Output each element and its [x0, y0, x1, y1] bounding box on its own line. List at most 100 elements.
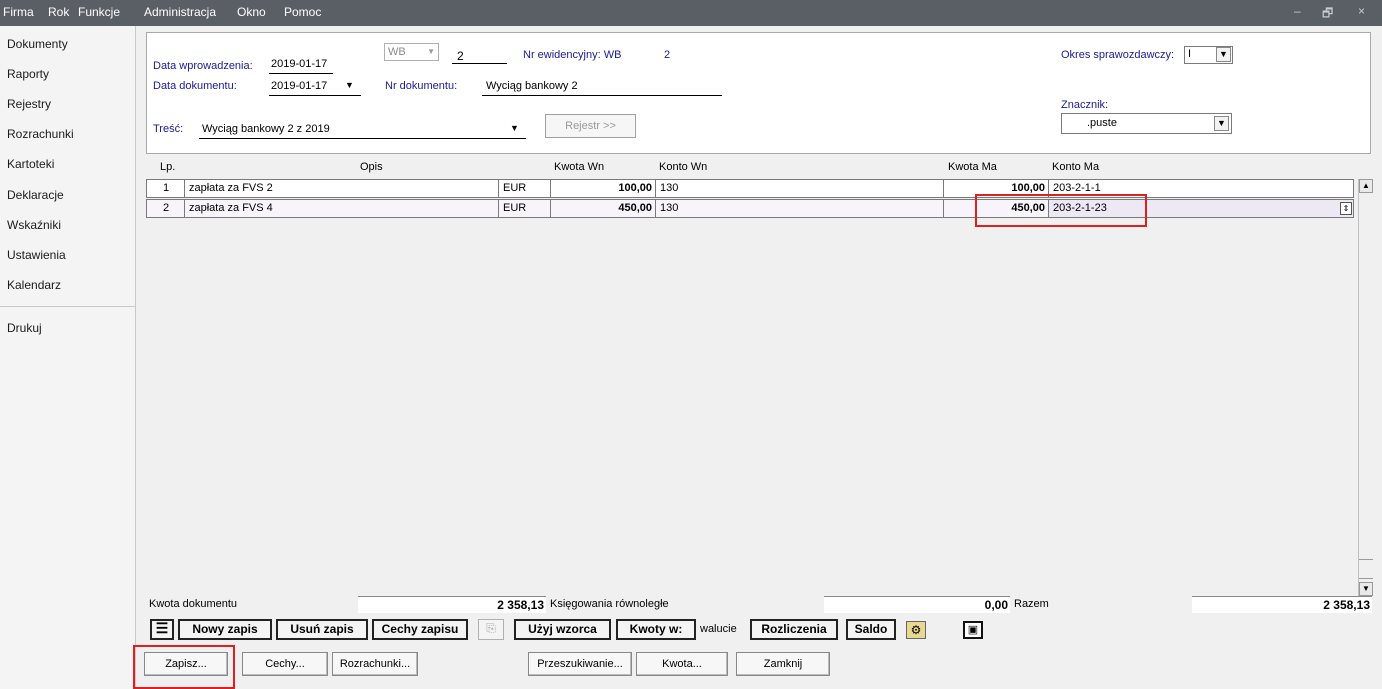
sidebar-item-rejestry[interactable]: Rejestry [7, 97, 51, 111]
menu-pomoc[interactable]: Pomoc [284, 5, 321, 19]
tresc-label: Treść: [153, 123, 184, 135]
bottom-button-bar: Zapisz... Cechy... Rozrachunki... Przesz… [136, 652, 1382, 678]
lp-cell: 1 [147, 180, 185, 197]
ksiegowania-value: 0,00 [824, 596, 1010, 613]
rozliczenia-button[interactable]: Rozliczenia [750, 619, 838, 640]
menu-administracja[interactable]: Administracja [144, 5, 216, 19]
menu-okno[interactable]: Okno [237, 5, 266, 19]
konto-wn-cell[interactable]: 130 [656, 180, 944, 197]
document-editor: Data wprowadzenia: 2019-01-17 WB ▼ 2 Nr … [136, 26, 1382, 689]
waluta-cell[interactable]: EUR [499, 180, 551, 197]
cechy-button[interactable]: Cechy... [242, 652, 328, 676]
sidebar-divider [0, 306, 136, 307]
table-row[interactable]: 1 zapłata za FVS 2 EUR 100,00 130 100,00… [146, 179, 1354, 198]
grid-scrollbar[interactable]: ▲ ▼ [1358, 179, 1373, 599]
table-row[interactable]: 2 zapłata za FVS 4 EUR 450,00 130 450,00… [146, 199, 1354, 218]
sidebar-item-ustawienia[interactable]: Ustawienia [7, 248, 66, 262]
entry-toolbar: ☰ Nowy zapis Usuń zapis Cechy zapisu ⎘ U… [136, 618, 1382, 642]
chevron-down-icon[interactable]: ▼ [510, 123, 519, 133]
data-dokumentu-label: Data dokumentu: [153, 80, 237, 92]
sidebar-item-dokumenty[interactable]: Dokumenty [7, 37, 68, 51]
kwota-dokumentu-value: 2 358,13 [358, 596, 546, 613]
minimize-icon[interactable]: – [1294, 4, 1301, 18]
menu-firma[interactable]: Firma [3, 5, 34, 19]
walucie-label: walucie [700, 623, 737, 635]
column-header-kwota-wn: Kwota Wn [554, 161, 605, 173]
tresc-field[interactable]: Wyciąg bankowy 2 z 2019 [202, 123, 330, 135]
data-dokumentu-underline [269, 95, 361, 96]
row-spin-icon[interactable]: ⇕ [1340, 202, 1352, 215]
opis-cell[interactable]: zapłata za FVS 2 [185, 180, 499, 197]
menu-bar: Firma Rok Funkcje Administracja Okno Pom… [0, 0, 1382, 26]
lp-cell: 2 [147, 200, 185, 217]
rozrachunki-button[interactable]: Rozrachunki... [332, 652, 418, 676]
kwota-wn-cell[interactable]: 450,00 [551, 200, 656, 217]
highlight-konto-ma [975, 194, 1147, 227]
entries-grid: Lp. Opis Kwota Wn Konto Wn Kwota Ma Kont… [146, 159, 1373, 599]
znacznik-value: .puste [1087, 117, 1117, 129]
data-wprowadzenia-field[interactable]: 2019-01-17 [271, 58, 327, 70]
column-header-kwota-ma: Kwota Ma [948, 161, 997, 173]
zamknij-button[interactable]: Zamknij [736, 652, 830, 676]
kwoty-w-button[interactable]: Kwoty w: [616, 619, 696, 640]
kwota-dokumentu-label: Kwota dokumentu [149, 598, 238, 610]
nowy-zapis-button[interactable]: Nowy zapis [178, 619, 272, 640]
nr-dokumentu-field[interactable]: Wyciąg bankowy 2 [486, 80, 578, 92]
saldo-button[interactable]: Saldo [846, 619, 896, 640]
chevron-down-icon: ▼ [1216, 47, 1231, 62]
restore-icon[interactable]: 🗗 [1322, 4, 1333, 25]
totals-row: Kwota dokumentu 2 358,13 Księgowania rów… [136, 596, 1382, 616]
razem-value: 2 358,13 [1192, 596, 1372, 613]
journal-number-underline [452, 63, 507, 64]
column-header-opis: Opis [360, 161, 383, 173]
razem-label: Razem [1014, 598, 1049, 610]
rejestr-button[interactable]: Rejestr >> [545, 114, 636, 138]
menu-funkcje[interactable]: Funkcje [78, 5, 120, 19]
journal-code-select[interactable]: WB ▼ [384, 43, 439, 61]
scroll-down-icon[interactable]: ▼ [1359, 582, 1373, 596]
kwota-wn-cell[interactable]: 100,00 [551, 180, 656, 197]
opis-cell[interactable]: zapłata za FVS 4 [185, 200, 499, 217]
document-header: Data wprowadzenia: 2019-01-17 WB ▼ 2 Nr … [146, 32, 1371, 154]
sidebar-item-deklaracje[interactable]: Deklaracje [7, 188, 64, 202]
okres-label: Okres sprawozdawczy: [1061, 49, 1175, 61]
okres-select[interactable]: I ▼ [1184, 46, 1233, 64]
kwota-button[interactable]: Kwota... [636, 652, 728, 676]
nr-dokumentu-label: Nr dokumentu: [385, 80, 458, 92]
znacznik-select[interactable]: .puste ▼ [1061, 113, 1232, 134]
konto-wn-cell[interactable]: 130 [656, 200, 944, 217]
usun-zapis-button[interactable]: Usuń zapis [276, 619, 368, 640]
waluta-cell[interactable]: EUR [499, 200, 551, 217]
chevron-down-icon: ▼ [1214, 116, 1229, 131]
gears-icon[interactable]: ⚙ [906, 621, 926, 639]
sidebar-item-raporty[interactable]: Raporty [7, 67, 49, 81]
sidebar-item-drukuj[interactable]: Drukuj [7, 321, 42, 335]
nr-ewidencyjny-label: Nr ewidencyjny: WB [523, 49, 622, 61]
sidebar: Dokumenty Raporty Rejestry Rozrachunki K… [0, 26, 136, 689]
menu-rok[interactable]: Rok [48, 5, 69, 19]
ksiegowania-label: Księgowania równoległe [550, 598, 669, 610]
przeszukiwanie-button[interactable]: Przeszukiwanie... [528, 652, 632, 676]
okres-value: I [1188, 48, 1192, 60]
sidebar-item-rozrachunki[interactable]: Rozrachunki [7, 127, 74, 141]
floppy-disk-icon[interactable]: ▣ [963, 621, 983, 639]
highlight-zapisz [133, 645, 235, 689]
uzyj-wzorca-button[interactable]: Użyj wzorca [514, 619, 611, 640]
journal-code-value: WB [388, 46, 406, 58]
chevron-down-icon: ▼ [427, 47, 435, 56]
data-dokumentu-field[interactable]: 2019-01-17 [271, 80, 327, 92]
journal-number[interactable]: 2 [457, 49, 464, 63]
sidebar-item-kartoteki[interactable]: Kartoteki [7, 157, 54, 171]
chevron-down-icon[interactable]: ▼ [345, 80, 354, 90]
close-icon[interactable]: × [1358, 4, 1365, 18]
menu-lines-icon[interactable]: ☰ [150, 619, 174, 640]
scroll-up-icon[interactable]: ▲ [1359, 179, 1373, 193]
cechy-zapisu-button[interactable]: Cechy zapisu [372, 619, 468, 640]
clipboard-icon[interactable]: ⎘ [478, 619, 504, 640]
scroll-thumb[interactable] [1359, 559, 1373, 579]
column-header-konto-ma: Konto Ma [1052, 161, 1100, 173]
nr-ewidencyjny-value: 2 [664, 49, 671, 61]
sidebar-item-kalendarz[interactable]: Kalendarz [7, 278, 61, 292]
column-header-konto-wn: Konto Wn [659, 161, 708, 173]
sidebar-item-wskazniki[interactable]: Wskaźniki [7, 218, 61, 232]
